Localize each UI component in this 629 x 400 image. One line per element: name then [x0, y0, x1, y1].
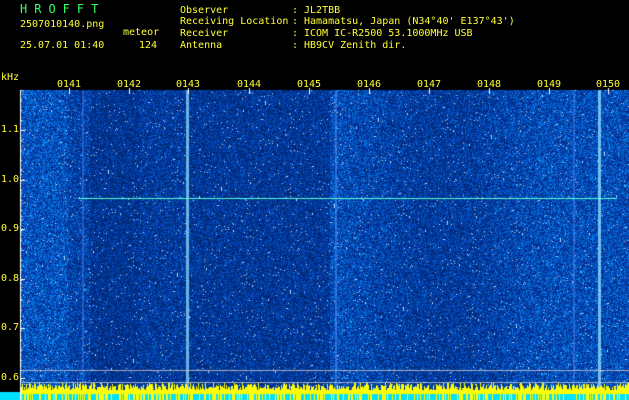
antenna-value: HB9CV Zenith dir. [304, 40, 407, 51]
observer-value: JL2TBB [304, 5, 341, 16]
antenna-row: Antenna: HB9CV Zenith dir. [180, 40, 407, 51]
x-tick-label: 0143 [176, 79, 201, 90]
receiver-value: ICOM IC-R2500 53.1000MHz USB [304, 28, 473, 39]
x-tick-label: 0141 [57, 79, 82, 90]
x-tick-label: 0147 [417, 79, 442, 90]
app-brand: HROFFT [20, 2, 106, 16]
y-tick-label: 0.7 [1, 322, 20, 333]
x-tick-label: 0142 [117, 79, 142, 90]
x-tick-label: 0145 [297, 79, 322, 90]
y-tick-label: 0.9 [1, 223, 20, 234]
timestamp-label: 25.07.01 01:40 [20, 40, 105, 51]
x-tick-label: 0148 [477, 79, 502, 90]
y-tick-label: 0.6 [1, 372, 20, 383]
y-tick-label: 1.1 [1, 124, 20, 135]
spectrogram-canvas [0, 0, 629, 400]
receiver-row: Receiver: ICOM IC-R2500 53.1000MHz USB [180, 28, 473, 39]
y-axis-unit: kHz [1, 72, 20, 83]
x-tick-label: 0149 [537, 79, 562, 90]
y-tick-label: 1.0 [1, 174, 20, 185]
meteor-count: 124 [139, 40, 158, 51]
x-tick-label: 0150 [596, 79, 621, 90]
observer-row: Observer: JL2TBB [180, 5, 341, 16]
x-tick-label: 0146 [357, 79, 382, 90]
filename-label: 2507010140.png [20, 19, 105, 30]
location-value: Hamamatsu, Japan (N34°40' E137°43') [304, 16, 515, 27]
y-tick-label: 0.8 [1, 273, 20, 284]
meteor-label: meteor [123, 27, 160, 38]
location-row: Receiving Location: Hamamatsu, Japan (N34… [180, 16, 515, 27]
x-tick-label: 0144 [237, 79, 262, 90]
